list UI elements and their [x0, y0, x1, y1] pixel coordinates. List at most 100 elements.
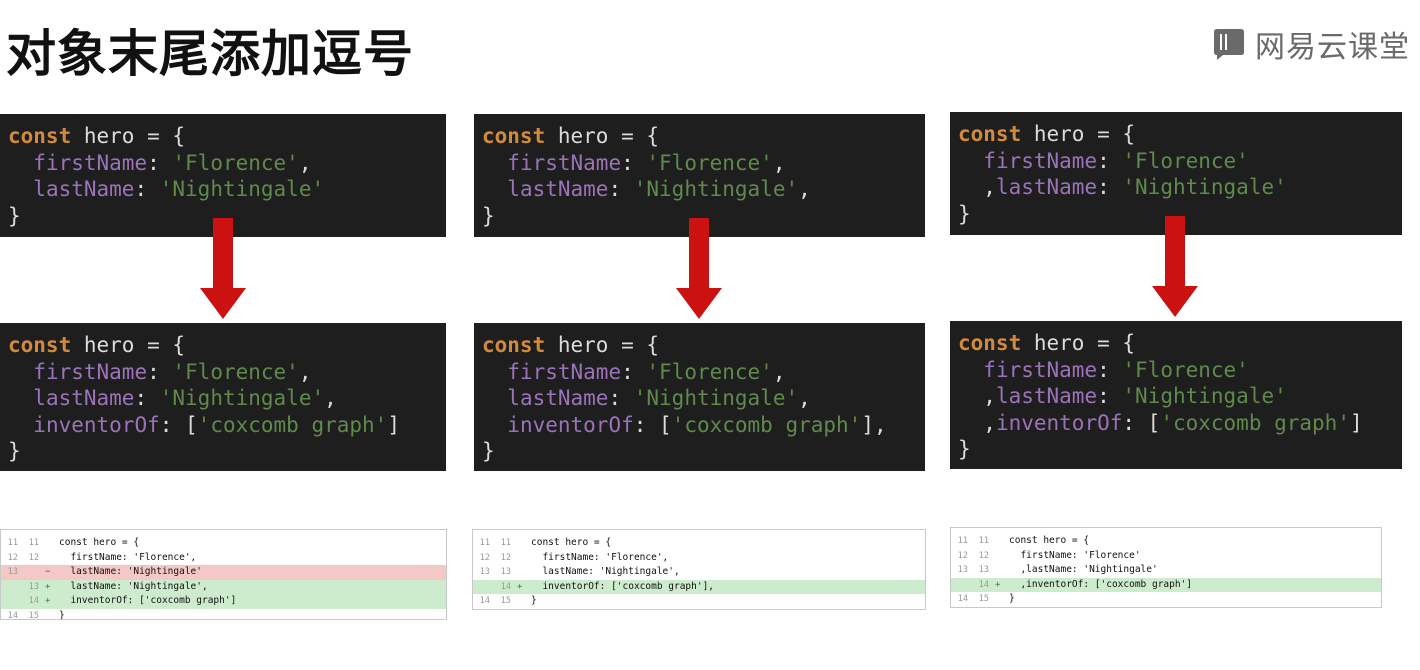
code-token: ,: [298, 359, 312, 384]
code-token: inventorOf: [507, 412, 634, 437]
old-line-number: 11: [957, 536, 968, 546]
diff-row: 14 15}: [1, 609, 446, 620]
new-line-number: 12: [28, 552, 39, 563]
code-token: }: [482, 203, 495, 228]
old-line-number: 12: [957, 550, 968, 561]
code-line: const hero = {: [8, 123, 446, 150]
code-block-bottom-1: const hero = { firstName: 'Florence', la…: [0, 323, 446, 471]
code-token: hero = {: [545, 124, 660, 148]
code-token: const: [8, 124, 72, 148]
diff-line-text: firstName: 'Florence',: [531, 551, 669, 563]
code-token: ,: [958, 410, 996, 435]
code-token: 'Florence': [646, 359, 773, 384]
diff-panel-2: 11 11 const hero = {12 12 firstName: 'Flore…: [472, 529, 926, 610]
diff-row: 12 12 firstName: 'Florence',: [1, 551, 446, 566]
code-token: :: [1097, 175, 1123, 199]
code-token: hero = {: [1021, 331, 1136, 355]
code-line: lastName: 'Nightingale': [8, 176, 446, 203]
diff-row: 11 11 const hero = {: [473, 536, 925, 551]
code-line: ,inventorOf: ['coxcomb graph']: [958, 410, 1402, 437]
code-token: const: [8, 333, 72, 357]
code-token: ,: [958, 384, 996, 408]
code-token: const: [958, 122, 1022, 146]
diff-row: 13 − lastName: 'Nightingale': [1, 565, 446, 580]
code-token: lastName: [507, 386, 609, 410]
code-token: const: [482, 124, 546, 148]
code-token: }: [482, 439, 495, 463]
code-line: const hero = {: [8, 332, 446, 359]
old-line-number: 13: [7, 567, 18, 577]
old-line-number: 12: [479, 552, 490, 563]
code-line: firstName: 'Florence': [958, 357, 1402, 384]
old-line-number: 12: [7, 552, 18, 563]
old-line-number: 14: [479, 596, 490, 606]
new-line-number: 14: [28, 596, 39, 606]
diff-row: 14 + ,inventorOf: ['coxcomb graph']: [951, 577, 1381, 592]
new-line-number: 11: [978, 536, 989, 546]
code-token: firstName: [507, 150, 622, 175]
new-line-number: 13: [28, 581, 39, 592]
code-token: firstName: [983, 357, 1098, 382]
diff-row: 14 15}: [951, 592, 1381, 607]
diff-line-text: ,lastName: 'Nightingale': [1009, 564, 1158, 575]
code-token: }: [8, 203, 21, 228]
new-line-number: 12: [978, 550, 989, 561]
diff-line-text: inventorOf: ['coxcomb graph']: [59, 595, 237, 606]
code-token: const: [482, 333, 546, 357]
code-token: : [: [1122, 410, 1161, 435]
new-line-number: 13: [500, 567, 511, 577]
code-line: lastName: 'Nightingale',: [8, 385, 446, 412]
code-line: firstName: 'Florence',: [482, 150, 925, 177]
code-token: :: [621, 359, 647, 384]
old-line-number: 13: [957, 565, 968, 575]
code-token: : [: [633, 412, 672, 437]
code-token: ,: [798, 177, 811, 201]
diff-line-text: const hero = {: [59, 537, 140, 548]
code-line: firstName: 'Florence',: [8, 359, 446, 386]
code-line: lastName: 'Nightingale',: [482, 176, 925, 203]
diff-row: 13 + lastName: 'Nightingale',: [1, 579, 446, 594]
code-token: ,: [772, 359, 786, 384]
code-line: }: [482, 438, 925, 465]
diff-row: 14 15}: [473, 594, 925, 609]
minus-icon: −: [45, 567, 51, 577]
code-token: 'Florence': [1122, 357, 1249, 382]
code-token: ,: [324, 386, 337, 410]
down-arrow-icon: [1152, 216, 1198, 317]
code-token: :: [147, 359, 173, 384]
new-line-number: 12: [500, 552, 511, 563]
code-token: 'Florence': [172, 150, 299, 175]
code-line: const hero = {: [482, 123, 925, 150]
code-line: firstName: 'Florence': [958, 148, 1402, 175]
diff-line-text: inventorOf: ['coxcomb graph'],: [531, 580, 715, 592]
code-token: 'Nightingale': [633, 386, 799, 410]
code-token: :: [147, 150, 173, 175]
code-token: hero = {: [1021, 122, 1136, 146]
code-line: ,lastName: 'Nightingale': [958, 383, 1402, 410]
down-arrow-icon: [676, 218, 722, 319]
code-token: }: [8, 439, 21, 463]
new-line-number: 15: [500, 596, 511, 606]
code-token: lastName: [33, 386, 135, 410]
diff-line-text: }: [1009, 593, 1015, 604]
code-token: const: [958, 331, 1022, 355]
code-token: ]: [1349, 410, 1363, 435]
diff-line-text: lastName: 'Nightingale': [59, 566, 202, 577]
plus-icon: +: [517, 581, 523, 592]
code-token: :: [1097, 384, 1123, 408]
new-line-number: 13: [978, 565, 989, 575]
old-line-number: 14: [957, 594, 968, 604]
code-token: ,: [772, 150, 786, 175]
new-line-number: 11: [500, 538, 511, 548]
code-line: firstName: 'Florence',: [8, 150, 446, 177]
code-token: :: [1097, 148, 1123, 173]
code-token: 'Nightingale': [1122, 175, 1287, 199]
diff-line-text: lastName: 'Nightingale',: [531, 566, 680, 577]
new-line-number: 11: [28, 538, 39, 548]
code-token: ,: [298, 150, 312, 175]
code-line: ,lastName: 'Nightingale': [958, 174, 1402, 201]
